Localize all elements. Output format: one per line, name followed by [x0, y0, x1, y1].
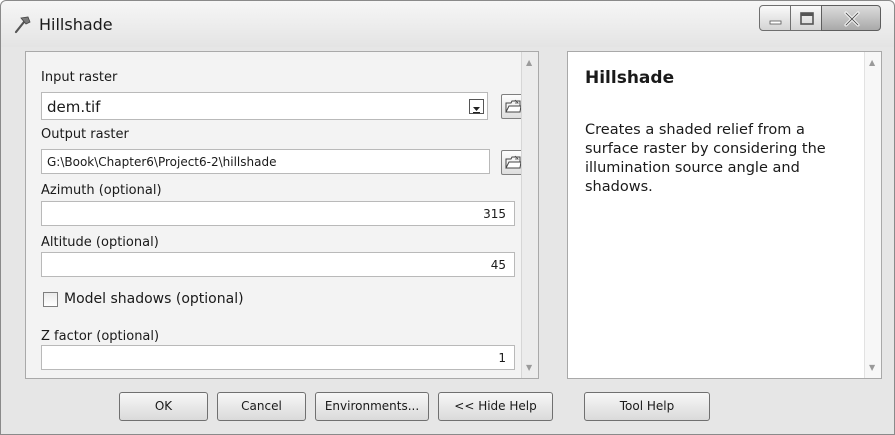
cancel-button[interactable]: Cancel [217, 392, 306, 421]
scroll-down-icon[interactable]: ▼ [526, 363, 532, 372]
z-factor-label: Z factor (optional) [41, 329, 160, 344]
output-raster-value: G:\Book\Chapter6\Project6-2\hillshade [47, 155, 277, 169]
parameters-scrollbar[interactable]: ▲ ▼ [521, 52, 538, 378]
azimuth-label: Azimuth (optional) [41, 183, 162, 198]
ok-button[interactable]: OK [119, 392, 208, 421]
hide-help-button[interactable]: << Hide Help [438, 392, 553, 421]
hammer-icon [13, 15, 33, 35]
help-description: Creates a shaded relief from a surface r… [585, 122, 826, 195]
environments-button[interactable]: Environments... [315, 392, 429, 421]
output-raster-label: Output raster [41, 127, 129, 142]
maximize-button[interactable] [790, 5, 822, 31]
scroll-up-icon[interactable]: ▲ [869, 58, 875, 67]
title-bar[interactable]: Hillshade [1, 1, 894, 47]
altitude-value: 45 [490, 258, 506, 272]
z-factor-value: 1 [498, 351, 506, 365]
help-title: Hillshade [585, 68, 675, 88]
azimuth-value: 315 [483, 207, 506, 221]
input-raster-value: dem.tif [47, 98, 101, 116]
model-shadows-label: Model shadows (optional) [64, 291, 244, 307]
input-raster-label: Input raster [41, 70, 118, 85]
parameters-pane: Input raster dem.tif Output raster G:\Bo… [25, 51, 539, 379]
window-title: Hillshade [39, 15, 113, 34]
scroll-up-icon[interactable]: ▲ [526, 58, 532, 67]
chevron-down-icon[interactable] [469, 99, 484, 114]
hillshade-dialog: Hillshade Input raster dem.tif Output ra… [0, 0, 895, 435]
z-factor-field[interactable]: 1 [41, 345, 515, 370]
help-pane: Hillshade Creates a shaded relief from a… [567, 51, 882, 379]
model-shadows-checkbox[interactable] [43, 292, 58, 307]
input-raster-combo[interactable]: dem.tif [41, 92, 488, 120]
azimuth-field[interactable]: 315 [41, 201, 515, 226]
altitude-label: Altitude (optional) [41, 235, 159, 250]
close-button[interactable] [821, 5, 881, 31]
altitude-field[interactable]: 45 [41, 252, 515, 277]
scroll-down-icon[interactable]: ▼ [869, 363, 875, 372]
output-raster-field[interactable]: G:\Book\Chapter6\Project6-2\hillshade [41, 149, 490, 174]
tool-help-button[interactable]: Tool Help [584, 392, 710, 421]
minimize-button[interactable] [759, 5, 791, 31]
help-scrollbar[interactable]: ▲ ▼ [864, 52, 881, 378]
